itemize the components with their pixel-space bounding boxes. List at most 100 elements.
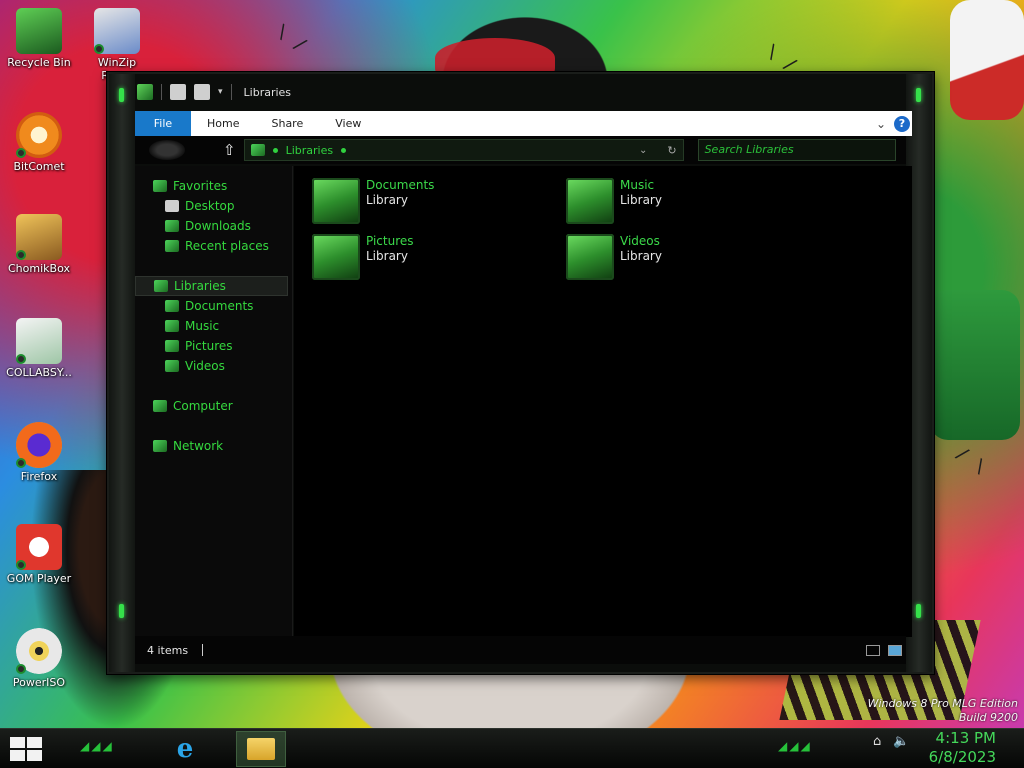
desktop-icon-collabsy[interactable]: COLLABSY... xyxy=(2,318,76,379)
desktop-icon-winzip[interactable]: WinZip Reg... xyxy=(80,8,154,82)
desktop-icon-label: Recycle Bin xyxy=(7,56,71,69)
collabsy-icon xyxy=(16,318,62,364)
background-lines: / \ xyxy=(951,442,991,479)
libraries-icon xyxy=(154,280,168,292)
desktop-icon-gom-player[interactable]: GOM Player xyxy=(2,524,76,585)
library-type: Library xyxy=(620,193,662,207)
desktop-icon-poweriso[interactable]: PowerISO xyxy=(2,628,76,689)
explorer-window[interactable]: ▾ Libraries File Home Share View ⌄ ? ⇧ L… xyxy=(107,72,934,674)
gom-player-icon xyxy=(16,524,62,570)
taskbar-decoration: ◢◢◢ xyxy=(778,739,812,753)
desktop-icon xyxy=(165,200,179,212)
nav-label: Music xyxy=(185,319,220,333)
nav-label: Favorites xyxy=(173,179,228,193)
pictures-icon xyxy=(165,340,179,352)
quick-access-separator xyxy=(161,84,162,100)
library-item-documents[interactable]: Documents Library xyxy=(312,178,434,224)
firefox-icon xyxy=(16,422,62,468)
internet-explorer-icon: e xyxy=(176,734,194,764)
new-folder-icon[interactable] xyxy=(194,84,210,100)
taskbar-internet-explorer[interactable]: e xyxy=(160,731,210,767)
desktop-icon-chomikbox[interactable]: ChomikBox xyxy=(2,214,76,275)
desktop-icon-bitcomet[interactable]: BitComet xyxy=(2,112,76,173)
search-input[interactable]: Search Libraries xyxy=(697,139,896,161)
details-view-icon[interactable] xyxy=(866,644,880,656)
shortcut-badge-icon xyxy=(16,458,26,468)
nav-documents[interactable]: Documents xyxy=(135,296,292,316)
tab-file[interactable]: File xyxy=(135,111,191,136)
library-item-pictures[interactable]: Pictures Library xyxy=(312,234,414,280)
nav-computer[interactable]: Computer xyxy=(135,396,292,416)
volume-muted-icon[interactable]: 🔈 xyxy=(893,734,909,749)
back-forward-buttons[interactable] xyxy=(149,140,185,160)
nav-music[interactable]: Music xyxy=(135,316,292,336)
refresh-icon[interactable]: ↻ xyxy=(667,144,676,157)
shortcut-badge-icon xyxy=(16,560,26,570)
expand-ribbon-chevron-icon[interactable]: ⌄ xyxy=(876,117,886,131)
taskbar-decoration: ◢◢◢ xyxy=(80,739,114,753)
os-edition-watermark: Windows 8 Pro MLG Edition Build 9200 xyxy=(868,697,1018,725)
help-icon[interactable]: ? xyxy=(894,115,910,132)
library-item-videos[interactable]: Videos Library xyxy=(566,234,662,280)
ribbon-tabs: File Home Share View ⌄ ? xyxy=(135,111,912,136)
navigation-pane[interactable]: Favorites Desktop Downloads Recent place… xyxy=(135,166,293,637)
shortcut-badge-icon xyxy=(16,664,26,674)
taskbar: ◢◢◢ e ◢◢◢ ⌂ 🔈 4:13 PM 6/8/2023 xyxy=(0,728,1024,768)
libraries-icon xyxy=(250,144,265,156)
frame-led xyxy=(119,88,124,102)
tab-view[interactable]: View xyxy=(319,111,377,136)
address-dropdown-icon[interactable]: ⌄ xyxy=(639,145,647,156)
frame-led xyxy=(916,604,921,618)
nav-label: Libraries xyxy=(174,279,226,293)
recent-places-icon xyxy=(165,240,179,252)
winzip-icon xyxy=(94,8,140,54)
nav-favorites[interactable]: Favorites xyxy=(135,176,292,196)
library-name: Pictures xyxy=(366,234,414,248)
customize-quick-access-icon[interactable]: ▾ xyxy=(218,87,223,97)
title-bar[interactable]: ▾ Libraries xyxy=(135,74,906,110)
videos-library-icon xyxy=(566,234,614,280)
desktop-icon-label: GOM Player xyxy=(6,572,72,585)
tab-share[interactable]: Share xyxy=(255,111,319,136)
nav-network[interactable]: Network xyxy=(135,436,292,456)
address-field[interactable]: Libraries ⌄ ↻ xyxy=(243,139,684,161)
nav-recent-places[interactable]: Recent places xyxy=(135,236,292,256)
item-count: 4 items xyxy=(147,643,189,657)
up-arrow-icon[interactable]: ⇧ xyxy=(223,141,236,159)
library-type: Library xyxy=(366,249,408,263)
clock-date: 6/8/2023 xyxy=(928,748,996,766)
desktop-icon-firefox[interactable]: Firefox xyxy=(2,422,76,483)
file-list[interactable]: Documents Library Music Library Pictures… xyxy=(294,166,912,637)
nav-pictures[interactable]: Pictures xyxy=(135,336,292,356)
breadcrumb-separator[interactable] xyxy=(341,147,347,153)
start-windows-icon[interactable] xyxy=(10,737,42,761)
nav-desktop[interactable]: Desktop xyxy=(135,196,292,216)
desktop-icon-recycle-bin[interactable]: Recycle Bin xyxy=(2,8,76,69)
file-explorer-icon xyxy=(247,738,275,760)
taskbar-file-explorer[interactable] xyxy=(236,731,286,767)
downloads-icon xyxy=(165,220,179,232)
bitcomet-icon xyxy=(16,112,62,158)
window-title: Libraries xyxy=(243,85,292,99)
network-status-icon[interactable]: ⌂ xyxy=(873,734,881,749)
music-library-icon xyxy=(566,178,614,224)
status-separator xyxy=(202,644,204,656)
nav-label: Documents xyxy=(185,299,254,313)
documents-icon xyxy=(165,300,179,312)
large-icons-view-icon[interactable] xyxy=(888,644,902,656)
explorer-app-icon[interactable] xyxy=(137,84,153,100)
nav-libraries[interactable]: Libraries xyxy=(135,276,288,296)
nav-videos[interactable]: Videos xyxy=(135,356,292,376)
breadcrumb-libraries[interactable]: Libraries xyxy=(286,144,334,157)
tab-home[interactable]: Home xyxy=(191,111,255,136)
nav-label: Recent places xyxy=(185,239,269,253)
nav-label: Network xyxy=(173,439,224,453)
properties-icon[interactable] xyxy=(170,84,186,100)
shortcut-badge-icon xyxy=(16,354,26,364)
library-name: Music xyxy=(620,178,655,192)
library-item-music[interactable]: Music Library xyxy=(566,178,662,224)
nav-downloads[interactable]: Downloads xyxy=(135,216,292,236)
shortcut-badge-icon xyxy=(94,44,104,54)
taskbar-clock[interactable]: 4:13 PM 6/8/2023 xyxy=(929,729,996,767)
library-name: Videos xyxy=(620,234,660,248)
